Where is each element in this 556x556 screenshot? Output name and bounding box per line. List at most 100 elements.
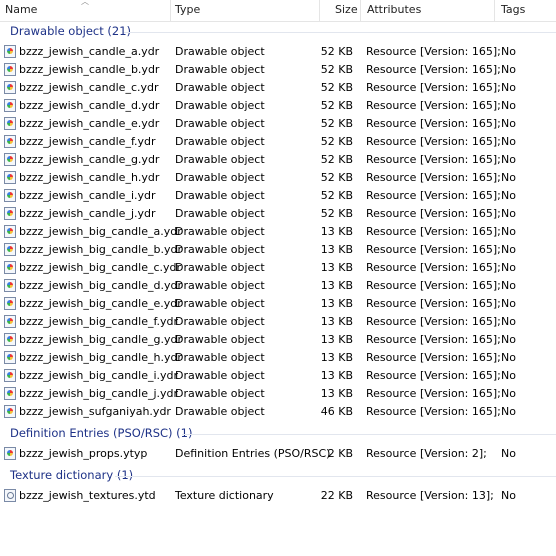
group-divider [115, 476, 556, 477]
file-name: bzzz_jewish_candle_j.ydr [19, 207, 156, 220]
file-row[interactable]: bzzz_jewish_textures.ytd Texture diction… [0, 487, 556, 505]
drawable-file-icon [4, 45, 16, 58]
file-row[interactable]: bzzz_jewish_big_candle_b.ydr Drawable ob… [0, 241, 556, 259]
file-name: bzzz_jewish_big_candle_h.ydr [19, 351, 182, 364]
file-size: 13 KB [320, 297, 353, 310]
drawable-file-icon [4, 333, 16, 346]
file-row[interactable]: bzzz_jewish_big_candle_i.ydr Drawable ob… [0, 367, 556, 385]
file-row[interactable]: bzzz_jewish_props.ytyp Definition Entrie… [0, 445, 556, 463]
file-type: Drawable object [175, 405, 265, 418]
file-row[interactable]: bzzz_jewish_candle_f.ydr Drawable object… [0, 133, 556, 151]
file-attributes: Resource [Version: 165]; [366, 261, 501, 274]
file-tags: No [501, 171, 516, 184]
file-type: Drawable object [175, 261, 265, 274]
file-size: 13 KB [320, 351, 353, 364]
file-name: bzzz_jewish_candle_i.ydr [19, 189, 156, 202]
file-row[interactable]: bzzz_jewish_big_candle_h.ydr Drawable ob… [0, 349, 556, 367]
file-size: 52 KB [320, 63, 353, 76]
file-attributes: Resource [Version: 165]; [366, 99, 501, 112]
drawable-file-icon [4, 279, 16, 292]
file-row[interactable]: bzzz_jewish_big_candle_e.ydr Drawable ob… [0, 295, 556, 313]
file-attributes: Resource [Version: 13]; [366, 489, 494, 502]
file-name: bzzz_jewish_big_candle_j.ydr [19, 387, 179, 400]
file-row[interactable]: bzzz_jewish_big_candle_c.ydr Drawable ob… [0, 259, 556, 277]
column-size[interactable]: Size [335, 4, 358, 20]
file-tags: No [501, 351, 516, 364]
file-row[interactable]: bzzz_jewish_candle_g.ydr Drawable object… [0, 151, 556, 169]
file-row[interactable]: bzzz_jewish_big_candle_g.ydr Drawable ob… [0, 331, 556, 349]
file-name: bzzz_jewish_textures.ytd [19, 489, 156, 502]
file-tags: No [501, 207, 516, 220]
file-name: bzzz_jewish_big_candle_f.ydr [19, 315, 179, 328]
column-header: ︿ Name Type Size Attributes Tags [0, 0, 556, 22]
file-name: bzzz_jewish_props.ytyp [19, 447, 148, 460]
column-type[interactable]: Type [175, 4, 200, 20]
column-attributes[interactable]: Attributes [367, 4, 421, 20]
file-size: 13 KB [320, 387, 353, 400]
file-row[interactable]: bzzz_jewish_candle_c.ydr Drawable object… [0, 79, 556, 97]
file-row[interactable]: bzzz_jewish_candle_b.ydr Drawable object… [0, 61, 556, 79]
file-row[interactable]: bzzz_jewish_candle_e.ydr Drawable object… [0, 115, 556, 133]
file-attributes: Resource [Version: 165]; [366, 315, 501, 328]
file-attributes: Resource [Version: 165]; [366, 243, 501, 256]
column-name[interactable]: Name [5, 4, 37, 20]
column-divider[interactable] [170, 0, 171, 21]
file-type: Drawable object [175, 153, 265, 166]
drawable-file-icon [4, 387, 16, 400]
file-row[interactable]: bzzz_jewish_candle_h.ydr Drawable object… [0, 169, 556, 187]
file-name: bzzz_jewish_candle_g.ydr [19, 153, 160, 166]
texture-file-icon [4, 489, 16, 502]
file-name: bzzz_jewish_candle_c.ydr [19, 81, 159, 94]
file-row[interactable]: bzzz_jewish_candle_a.ydr Drawable object… [0, 43, 556, 61]
file-attributes: Resource [Version: 165]; [366, 189, 501, 202]
drawable-file-icon [4, 243, 16, 256]
file-name: bzzz_jewish_big_candle_a.ydr [19, 225, 182, 238]
file-size: 52 KB [320, 153, 353, 166]
column-tags[interactable]: Tags [501, 4, 525, 20]
file-attributes: Resource [Version: 165]; [366, 279, 501, 292]
file-type: Drawable object [175, 387, 265, 400]
file-tags: No [501, 489, 516, 502]
file-attributes: Resource [Version: 165]; [366, 387, 501, 400]
group-header-drawable[interactable]: Drawable object (21) [10, 23, 131, 40]
file-size: 52 KB [320, 189, 353, 202]
file-type: Drawable object [175, 99, 265, 112]
file-tags: No [501, 279, 516, 292]
group-header-definition-entries[interactable]: Definition Entries (PSO/RSC) (1) [10, 425, 192, 442]
file-type: Drawable object [175, 279, 265, 292]
file-type: Drawable object [175, 45, 265, 58]
file-name: bzzz_jewish_big_candle_g.ydr [19, 333, 182, 346]
file-size: 52 KB [320, 99, 353, 112]
file-row[interactable]: bzzz_jewish_big_candle_j.ydr Drawable ob… [0, 385, 556, 403]
file-row[interactable]: bzzz_jewish_candle_i.ydr Drawable object… [0, 187, 556, 205]
file-type: Drawable object [175, 225, 265, 238]
file-tags: No [501, 297, 516, 310]
column-divider[interactable] [494, 0, 495, 21]
file-tags: No [501, 333, 516, 346]
group-divider [182, 434, 556, 435]
file-row[interactable]: bzzz_jewish_sufganiyah.ydr Drawable obje… [0, 403, 556, 421]
file-row[interactable]: bzzz_jewish_big_candle_a.ydr Drawable ob… [0, 223, 556, 241]
file-row[interactable]: bzzz_jewish_candle_j.ydr Drawable object… [0, 205, 556, 223]
file-row[interactable]: bzzz_jewish_candle_d.ydr Drawable object… [0, 97, 556, 115]
file-size: 52 KB [320, 207, 353, 220]
column-divider[interactable] [360, 0, 361, 21]
file-name: bzzz_jewish_big_candle_d.ydr [19, 279, 182, 292]
file-size: 52 KB [320, 135, 353, 148]
sort-up-icon: ︿ [81, 0, 89, 6]
column-divider[interactable] [319, 0, 320, 21]
file-name: bzzz_jewish_candle_h.ydr [19, 171, 160, 184]
file-tags: No [501, 45, 516, 58]
file-type: Drawable object [175, 315, 265, 328]
file-size: 13 KB [320, 279, 353, 292]
drawable-file-icon [4, 261, 16, 274]
file-type: Drawable object [175, 117, 265, 130]
file-name: bzzz_jewish_candle_b.ydr [19, 63, 160, 76]
file-attributes: Resource [Version: 165]; [366, 207, 501, 220]
file-row[interactable]: bzzz_jewish_big_candle_f.ydr Drawable ob… [0, 313, 556, 331]
file-row[interactable]: bzzz_jewish_big_candle_d.ydr Drawable ob… [0, 277, 556, 295]
file-size: 13 KB [320, 315, 353, 328]
file-size: 13 KB [320, 243, 353, 256]
file-tags: No [501, 447, 516, 460]
file-size: 46 KB [320, 405, 353, 418]
